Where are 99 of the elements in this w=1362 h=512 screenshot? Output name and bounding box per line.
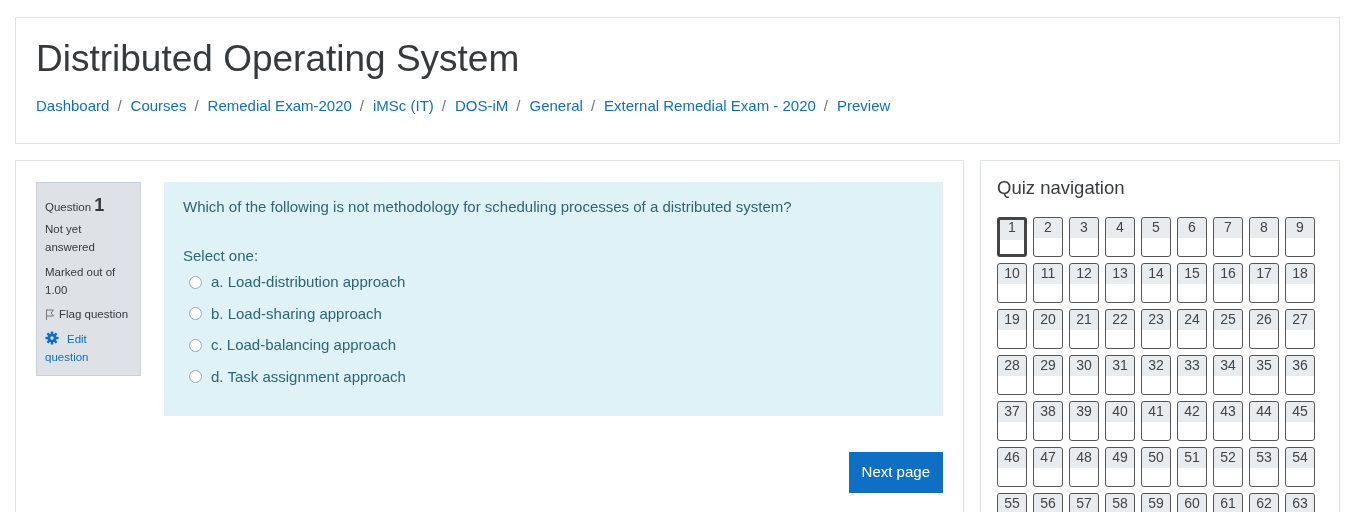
radio-button[interactable]: [189, 307, 202, 321]
page-title: Distributed Operating System: [36, 38, 521, 81]
gear-icon[interactable]: [45, 330, 59, 345]
question-nav-button[interactable]: 11: [1033, 263, 1063, 304]
breadcrumb-link[interactable]: Preview: [837, 94, 891, 118]
question-nav-button[interactable]: 1: [997, 217, 1027, 258]
question-nav-button[interactable]: 34: [1213, 355, 1243, 396]
question-nav-button[interactable]: 36: [1285, 355, 1315, 396]
question-nav-button[interactable]: 14: [1141, 263, 1171, 304]
quiz-navigation-title: Quiz navigation: [997, 177, 1126, 200]
breadcrumb-link[interactable]: External Remedial Exam - 2020: [604, 94, 816, 118]
question-nav-button[interactable]: 31: [1105, 355, 1135, 396]
question-state: Not yet answered: [45, 221, 96, 256]
question-nav-button[interactable]: 20: [1033, 309, 1063, 350]
question-nav-button[interactable]: 25: [1213, 309, 1243, 350]
question-nav-button[interactable]: 63: [1285, 493, 1315, 512]
question-nav-button[interactable]: 39: [1069, 401, 1099, 442]
breadcrumb-separator: /: [193, 95, 200, 116]
question-text: Which of the following is not methodology for scheduling processes of a distributed system?: [183, 197, 793, 218]
question-nav-button[interactable]: 35: [1249, 355, 1279, 396]
question-nav-button[interactable]: 23: [1141, 309, 1171, 350]
question-nav-button[interactable]: 15: [1177, 263, 1207, 304]
breadcrumb-link[interactable]: DOS-iM: [455, 94, 509, 118]
question-nav-button[interactable]: 2: [1033, 217, 1063, 258]
question-nav-button[interactable]: 43: [1213, 401, 1243, 442]
option-label[interactable]: b. Load-sharing approach: [211, 302, 382, 326]
question-nav-button[interactable]: 21: [1069, 309, 1099, 350]
question-nav-button[interactable]: 4: [1105, 217, 1135, 258]
breadcrumb-link[interactable]: Dashboard: [36, 94, 110, 118]
radio-button[interactable]: [189, 275, 202, 289]
question-nav-button[interactable]: 41: [1141, 401, 1171, 442]
question-nav-button[interactable]: 6: [1177, 217, 1207, 258]
question-nav-button[interactable]: 42: [1177, 401, 1207, 442]
flag-question-link[interactable]: Flag question: [59, 305, 129, 324]
question-nav-button[interactable]: 17: [1249, 263, 1279, 304]
question-nav-button[interactable]: 12: [1069, 263, 1099, 304]
question-nav-button[interactable]: 62: [1249, 493, 1279, 512]
radio-button[interactable]: [189, 338, 202, 352]
breadcrumb-link[interactable]: General: [529, 94, 583, 118]
question-nav-button[interactable]: 22: [1105, 309, 1135, 350]
flag-icon[interactable]: [45, 309, 55, 321]
breadcrumb-separator: /: [589, 95, 597, 116]
question-nav-button[interactable]: 32: [1141, 355, 1171, 396]
question-nav-button[interactable]: 45: [1285, 401, 1315, 442]
select-prompt: Select one:: [183, 245, 260, 266]
breadcrumb-separator: /: [515, 95, 522, 116]
question-nav-button[interactable]: 30: [1069, 355, 1099, 396]
question-nav-button[interactable]: 27: [1285, 309, 1315, 350]
question-nav-button[interactable]: 9: [1285, 217, 1315, 258]
question-marks: Marked out of 1.00: [45, 264, 117, 298]
question-nav-button[interactable]: 51: [1177, 447, 1207, 488]
question-nav-button[interactable]: 59: [1141, 493, 1171, 512]
next-page-button[interactable]: Next page: [848, 452, 943, 493]
breadcrumb-separator: /: [358, 95, 365, 116]
question-nav-button[interactable]: 46: [997, 447, 1027, 488]
question-nav-button[interactable]: 24: [1177, 309, 1207, 350]
question-nav-button[interactable]: 29: [1033, 355, 1063, 396]
question-nav-button[interactable]: 47: [1033, 447, 1063, 488]
question-nav-button[interactable]: 40: [1105, 401, 1135, 442]
question-nav-button[interactable]: 52: [1213, 447, 1243, 488]
option-label[interactable]: d. Task assignment approach: [211, 365, 406, 389]
question-label: Question: [45, 201, 92, 214]
question-nav-button[interactable]: 5: [1141, 217, 1171, 258]
breadcrumb-separator: /: [440, 95, 447, 116]
question-nav-button[interactable]: 7: [1213, 217, 1243, 258]
breadcrumb-link[interactable]: Courses: [130, 94, 187, 118]
option-label[interactable]: a. Load-distribution approach: [211, 271, 406, 294]
question-nav-button[interactable]: 56: [1033, 493, 1063, 512]
question-nav-button[interactable]: 60: [1177, 493, 1207, 512]
question-nav-button[interactable]: 54: [1285, 447, 1315, 488]
breadcrumb-separator: /: [116, 95, 123, 116]
question-nav-button[interactable]: 18: [1285, 263, 1315, 304]
question-nav-button[interactable]: 50: [1141, 447, 1171, 488]
question-nav-button[interactable]: 26: [1249, 309, 1279, 350]
question-nav-button[interactable]: 38: [1033, 401, 1063, 442]
question-nav-button[interactable]: 57: [1069, 493, 1099, 512]
question-nav-button[interactable]: 44: [1249, 401, 1279, 442]
question-nav-button[interactable]: 37: [997, 401, 1027, 442]
edit-question-link[interactable]: Edit question: [45, 329, 132, 367]
question-nav-button[interactable]: 10: [997, 263, 1027, 304]
question-number: 1: [94, 195, 105, 216]
question-nav-button[interactable]: 49: [1105, 447, 1135, 488]
radio-button[interactable]: [189, 370, 202, 384]
question-nav-button[interactable]: 16: [1213, 263, 1243, 304]
question-nav-button[interactable]: 28: [997, 355, 1027, 396]
option-label[interactable]: c. Load-balancing approach: [211, 334, 397, 357]
question-nav-button[interactable]: 48: [1069, 447, 1099, 488]
breadcrumb-link[interactable]: iMSc (IT): [373, 94, 434, 118]
question-nav-button[interactable]: 53: [1249, 447, 1279, 488]
breadcrumb-separator: /: [822, 95, 829, 116]
question-nav-button[interactable]: 13: [1105, 263, 1135, 304]
question-nav-button[interactable]: 19: [997, 309, 1027, 350]
question-nav-button[interactable]: 58: [1105, 493, 1135, 512]
question-nav-button[interactable]: 61: [1213, 493, 1243, 512]
breadcrumb-link[interactable]: Remedial Exam-2020: [207, 94, 352, 118]
question-nav-button[interactable]: 55: [997, 493, 1027, 512]
question-nav-button[interactable]: 33: [1177, 355, 1207, 396]
question-nav-button[interactable]: 3: [1069, 217, 1099, 258]
question-nav-button[interactable]: 8: [1249, 217, 1279, 258]
